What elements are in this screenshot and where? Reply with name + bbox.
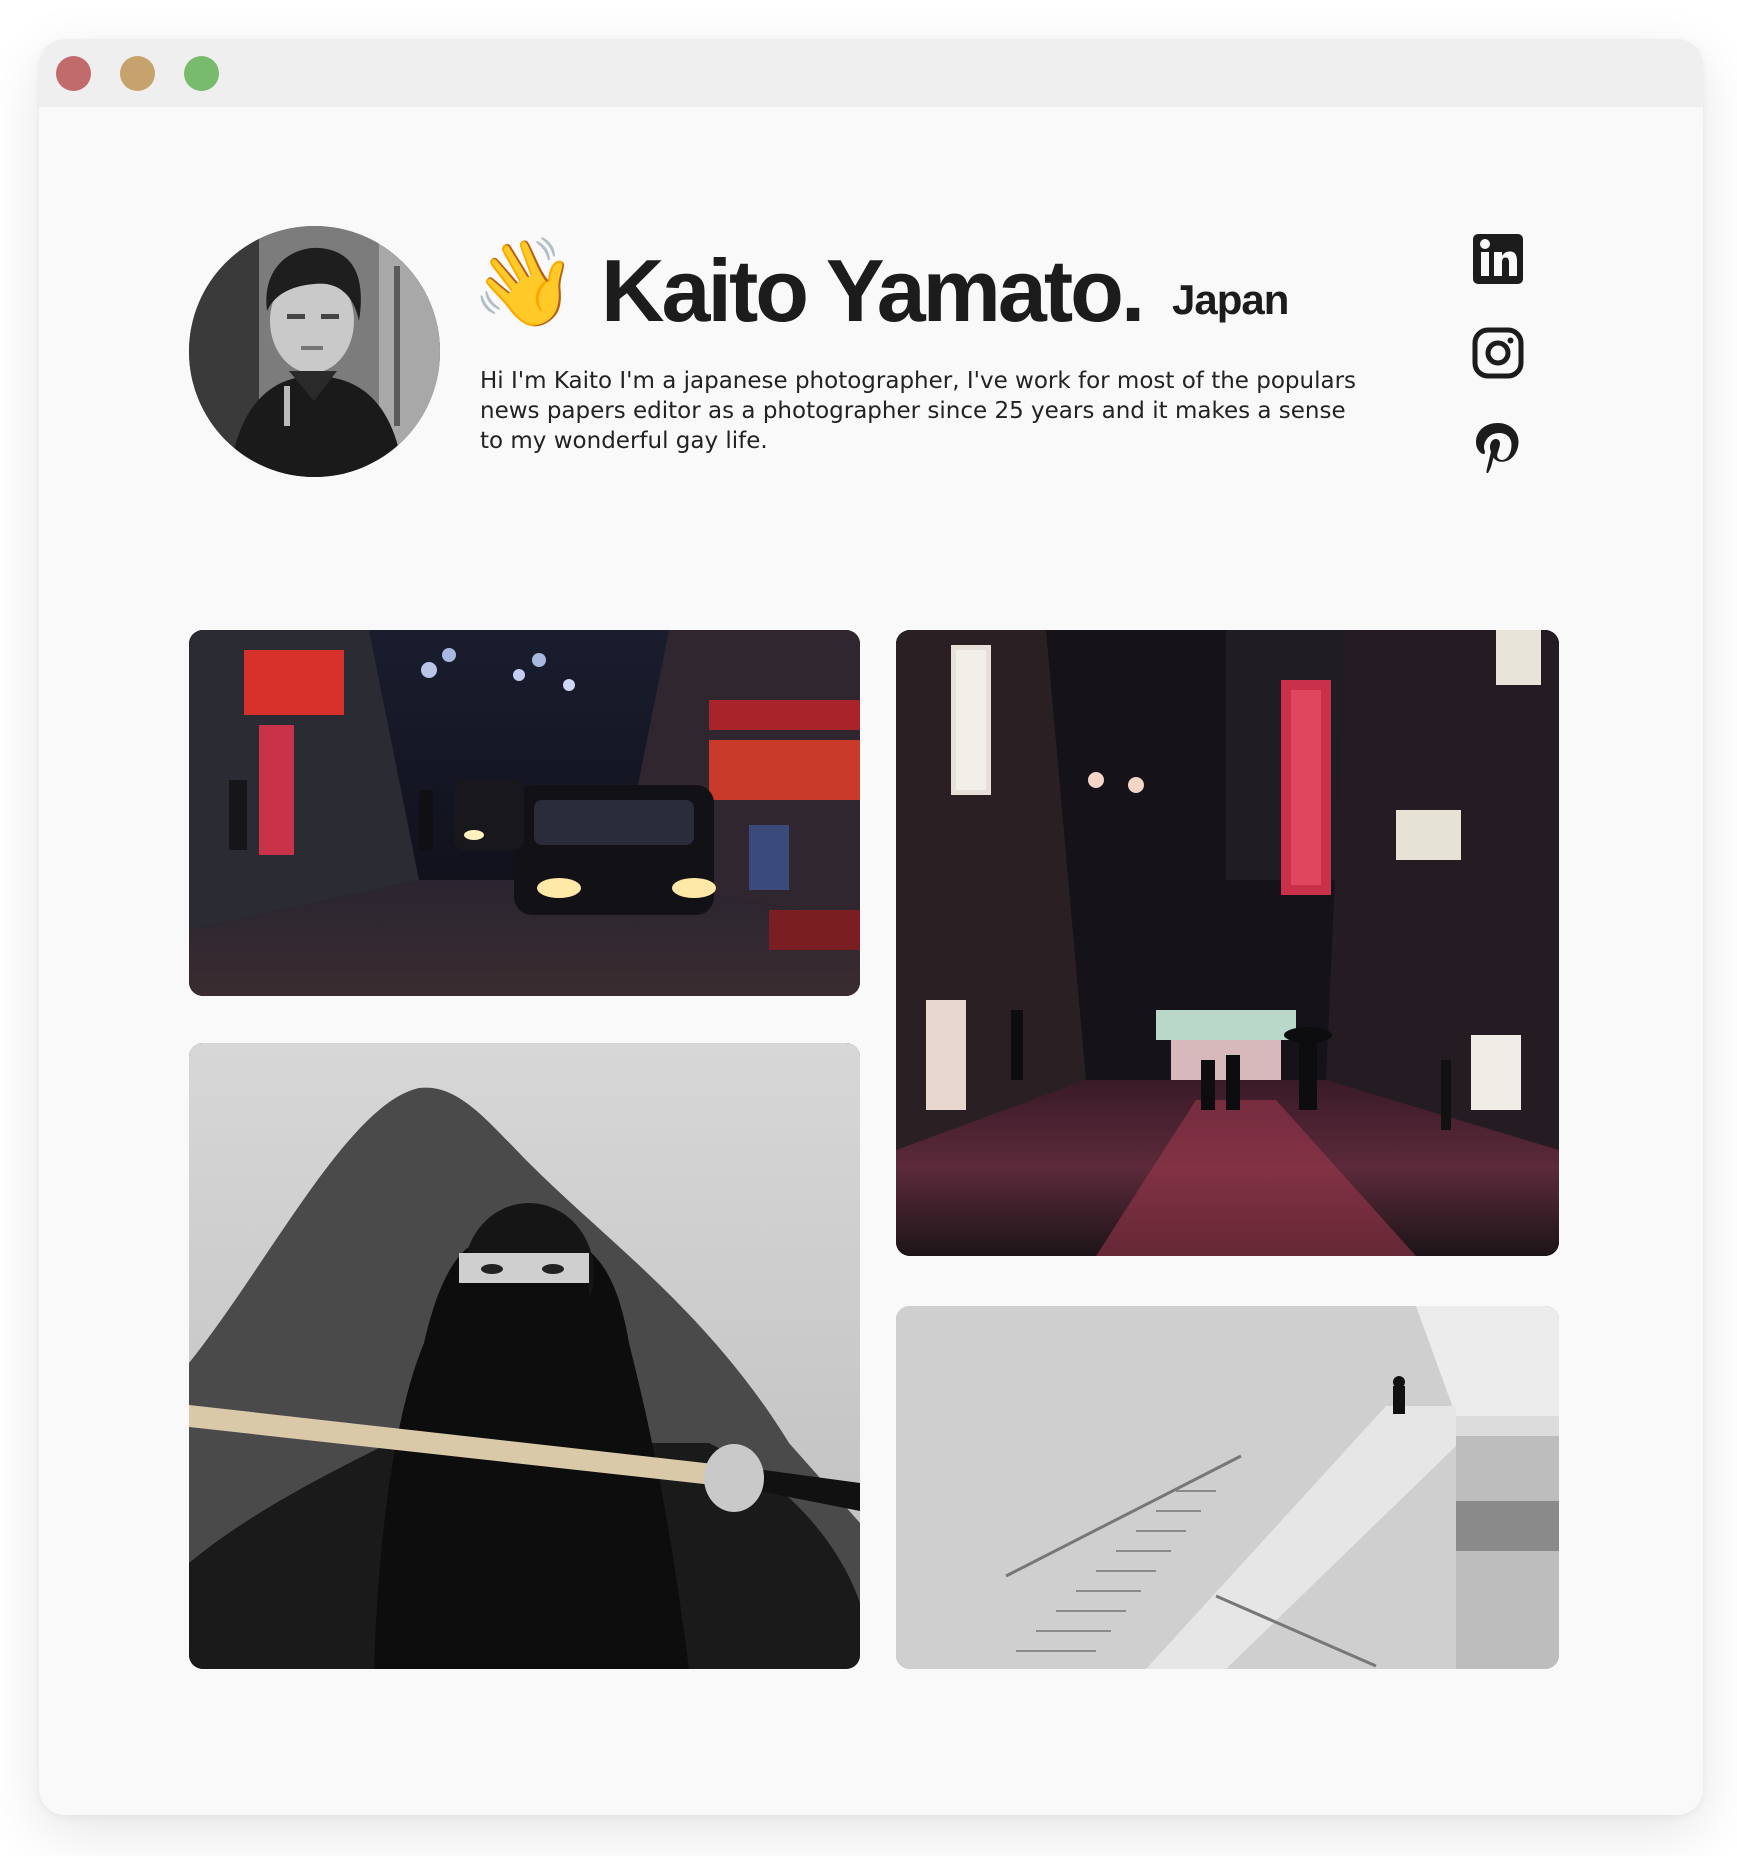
ninja-image (189, 1043, 860, 1669)
window-titlebar (39, 39, 1703, 107)
neon-alley-image (896, 630, 1559, 1256)
instagram-icon (1472, 327, 1524, 379)
profile-country: Japan (1172, 276, 1289, 323)
maximize-window-button[interactable] (184, 56, 219, 91)
staircase-image (896, 1306, 1559, 1669)
portrait-photo (189, 226, 440, 477)
profile-name: Kaito Yamato. (601, 241, 1145, 340)
profile-bio: Hi I'm Kaito I'm a japanese photographer… (480, 368, 1357, 454)
night-street-image (189, 630, 860, 996)
instagram-link[interactable] (1471, 326, 1525, 380)
gallery-photo-ninja[interactable] (189, 1043, 860, 1669)
browser-window: 👋 Kaito Yamato. Japan Hi I'm Kaito I'm a… (39, 39, 1703, 1815)
linkedin-link[interactable] (1471, 232, 1525, 286)
pinterest-link[interactable] (1471, 420, 1525, 474)
close-window-button[interactable] (56, 56, 91, 91)
gallery-photo-neon-alley[interactable] (896, 630, 1559, 1256)
linkedin-icon (1473, 234, 1523, 284)
wave-emoji: 👋 (471, 233, 579, 333)
profile-avatar (189, 226, 440, 477)
gallery-photo-night-street[interactable] (189, 630, 860, 996)
gallery-photo-staircase[interactable] (896, 1306, 1559, 1669)
minimize-window-button[interactable] (120, 56, 155, 91)
pinterest-icon (1476, 423, 1519, 473)
